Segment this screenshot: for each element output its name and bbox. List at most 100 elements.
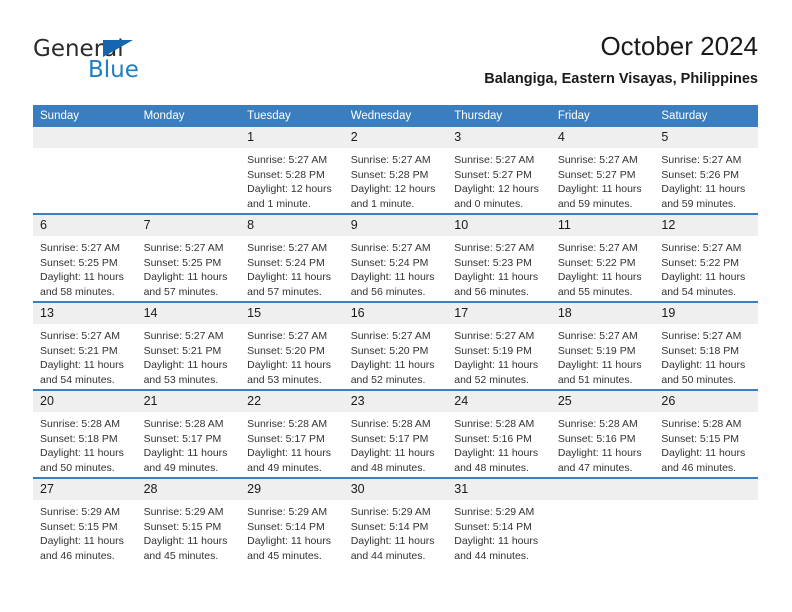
daylight-text: Daylight: 11 hours and 54 minutes.	[40, 359, 124, 386]
calendar-day-cell[interactable]: 26 Sunrise: 5:28 AM Sunset: 5:15 PM Dayligh…	[654, 389, 758, 478]
daylight-text: Daylight: 12 hours and 0 minutes.	[454, 183, 539, 210]
day-info: Sunrise: 5:27 AM Sunset: 5:22 PM Daylight:…	[654, 236, 758, 299]
sunset-text: Sunset: 5:24 PM	[350, 256, 429, 269]
calendar-day-cell[interactable]: 11 Sunrise: 5:27 AM Sunset: 5:22 PM Dayligh…	[550, 213, 655, 302]
sunrise-text: Sunrise: 5:27 AM	[143, 242, 224, 254]
day-number: 31	[447, 479, 551, 500]
day-number: 30	[343, 479, 448, 500]
sunset-text: Sunset: 5:21 PM	[143, 344, 222, 357]
calendar-day-cell[interactable]: 4 Sunrise: 5:27 AM Sunset: 5:27 PM Daylight…	[550, 127, 655, 214]
weekday-header-thursday: Thursday	[447, 105, 551, 127]
daylight-text: Daylight: 11 hours and 55 minutes.	[557, 271, 642, 298]
sunset-text: Sunset: 5:15 PM	[143, 520, 222, 533]
calendar-day-cell[interactable]: 15 Sunrise: 5:27 AM Sunset: 5:20 PM Dayligh…	[240, 301, 344, 390]
logo-triangle-icon	[103, 40, 133, 57]
calendar-day-cell[interactable]: 10 Sunrise: 5:27 AM Sunset: 5:23 PM Dayligh…	[447, 213, 551, 302]
day-number: 11	[550, 215, 655, 236]
calendar-day-cell[interactable]: 31 Sunrise: 5:29 AM Sunset: 5:14 PM Dayligh…	[447, 477, 551, 565]
sunset-text: Sunset: 5:28 PM	[247, 168, 325, 181]
calendar-day-cell[interactable]: 13 Sunrise: 5:27 AM Sunset: 5:21 PM Dayligh…	[33, 301, 137, 390]
sunset-text: Sunset: 5:15 PM	[40, 520, 118, 533]
day-number: 23	[343, 391, 448, 412]
sunrise-text: Sunrise: 5:27 AM	[454, 154, 535, 166]
sunset-text: Sunset: 5:17 PM	[247, 432, 325, 445]
calendar-day-cell[interactable]: 6 Sunrise: 5:27 AM Sunset: 5:25 PM Daylight…	[33, 213, 137, 302]
sunset-text: Sunset: 5:14 PM	[247, 520, 325, 533]
calendar-day-cell[interactable]: 29 Sunrise: 5:29 AM Sunset: 5:14 PM Dayligh…	[240, 477, 344, 565]
calendar-day-cell[interactable]: 28 Sunrise: 5:29 AM Sunset: 5:15 PM Dayligh…	[136, 477, 241, 565]
calendar-day-cell[interactable]: 18 Sunrise: 5:27 AM Sunset: 5:19 PM Dayligh…	[550, 301, 655, 390]
day-number: 22	[240, 391, 344, 412]
calendar-day-cell[interactable]: 3 Sunrise: 5:27 AM Sunset: 5:27 PM Daylight…	[447, 127, 551, 214]
daylight-text: Daylight: 11 hours and 50 minutes.	[40, 447, 124, 474]
calendar-day-cell[interactable]: 19 Sunrise: 5:27 AM Sunset: 5:18 PM Dayligh…	[654, 301, 758, 390]
calendar-day-cell[interactable]: 14 Sunrise: 5:27 AM Sunset: 5:21 PM Dayligh…	[136, 301, 241, 390]
calendar-day-cell-empty	[654, 477, 758, 565]
day-number: 18	[550, 303, 655, 324]
day-info: Sunrise: 5:28 AM Sunset: 5:15 PM Daylight:…	[654, 412, 758, 475]
day-info: Sunrise: 5:28 AM Sunset: 5:18 PM Daylight:…	[33, 412, 137, 475]
day-info: Sunrise: 5:27 AM Sunset: 5:21 PM Daylight:…	[137, 324, 241, 387]
sunrise-text: Sunrise: 5:27 AM	[661, 242, 742, 254]
calendar-day-cell[interactable]: 24 Sunrise: 5:28 AM Sunset: 5:16 PM Dayligh…	[447, 389, 551, 478]
sunset-text: Sunset: 5:18 PM	[661, 344, 740, 357]
sunrise-text: Sunrise: 5:29 AM	[40, 506, 120, 518]
day-info: Sunrise: 5:27 AM Sunset: 5:26 PM Daylight:…	[654, 148, 758, 211]
calendar-day-cell[interactable]: 21 Sunrise: 5:28 AM Sunset: 5:17 PM Dayligh…	[136, 389, 241, 478]
calendar-day-cell[interactable]: 16 Sunrise: 5:27 AM Sunset: 5:20 PM Dayligh…	[343, 301, 448, 390]
day-number: 26	[654, 391, 758, 412]
day-info: Sunrise: 5:27 AM Sunset: 5:28 PM Daylight:…	[240, 148, 344, 211]
day-info: Sunrise: 5:27 AM Sunset: 5:22 PM Daylight:…	[551, 236, 655, 299]
daylight-text: Daylight: 11 hours and 52 minutes.	[454, 359, 539, 386]
calendar-day-cell[interactable]: 20 Sunrise: 5:28 AM Sunset: 5:18 PM Dayligh…	[33, 389, 137, 478]
calendar-day-cell[interactable]: 12 Sunrise: 5:27 AM Sunset: 5:22 PM Dayligh…	[654, 213, 758, 302]
calendar-day-cell[interactable]: 8 Sunrise: 5:27 AM Sunset: 5:24 PM Daylight…	[240, 213, 344, 302]
day-number: 24	[447, 391, 551, 412]
daylight-text: Daylight: 12 hours and 1 minute.	[350, 183, 436, 210]
sunrise-text: Sunrise: 5:27 AM	[247, 330, 328, 342]
sunset-text: Sunset: 5:26 PM	[661, 168, 740, 181]
sunset-text: Sunset: 5:21 PM	[40, 344, 118, 357]
day-number: 25	[550, 391, 655, 412]
calendar-day-cell[interactable]: 2 Sunrise: 5:27 AM Sunset: 5:28 PM Daylight…	[343, 127, 448, 214]
sunrise-text: Sunrise: 5:27 AM	[661, 330, 742, 342]
sunset-text: Sunset: 5:22 PM	[557, 256, 636, 269]
calendar-week-row: 1 Sunrise: 5:27 AM Sunset: 5:28 PM Daylight…	[33, 127, 758, 214]
day-info: Sunrise: 5:27 AM Sunset: 5:19 PM Daylight:…	[551, 324, 655, 387]
sunrise-text: Sunrise: 5:27 AM	[557, 154, 638, 166]
sunrise-text: Sunrise: 5:28 AM	[143, 418, 224, 430]
daylight-text: Daylight: 11 hours and 47 minutes.	[557, 447, 642, 474]
sunset-text: Sunset: 5:24 PM	[247, 256, 325, 269]
sunset-text: Sunset: 5:16 PM	[557, 432, 636, 445]
sunrise-text: Sunrise: 5:27 AM	[143, 330, 224, 342]
sunset-text: Sunset: 5:28 PM	[350, 168, 429, 181]
sunrise-text: Sunrise: 5:28 AM	[247, 418, 328, 430]
sunset-text: Sunset: 5:18 PM	[40, 432, 118, 445]
sunset-text: Sunset: 5:20 PM	[247, 344, 325, 357]
day-number: 3	[447, 127, 551, 148]
daylight-text: Daylight: 12 hours and 1 minute.	[247, 183, 332, 210]
page-header: General Blue October 2024 Balangiga, Eas…	[33, 30, 758, 100]
sunset-text: Sunset: 5:16 PM	[454, 432, 532, 445]
day-info: Sunrise: 5:27 AM Sunset: 5:28 PM Daylight:…	[344, 148, 448, 211]
calendar-day-cell[interactable]: 5 Sunrise: 5:27 AM Sunset: 5:26 PM Daylight…	[654, 127, 758, 214]
calendar-day-cell[interactable]: 23 Sunrise: 5:28 AM Sunset: 5:17 PM Dayligh…	[343, 389, 448, 478]
sunrise-text: Sunrise: 5:27 AM	[454, 330, 535, 342]
day-info: Sunrise: 5:29 AM Sunset: 5:14 PM Daylight:…	[447, 500, 551, 563]
daylight-text: Daylight: 11 hours and 45 minutes.	[247, 535, 331, 562]
day-info: Sunrise: 5:28 AM Sunset: 5:17 PM Daylight:…	[137, 412, 241, 475]
day-number: 17	[447, 303, 551, 324]
daylight-text: Daylight: 11 hours and 52 minutes.	[350, 359, 435, 386]
calendar-day-cell[interactable]: 22 Sunrise: 5:28 AM Sunset: 5:17 PM Dayligh…	[240, 389, 344, 478]
calendar-day-cell[interactable]: 25 Sunrise: 5:28 AM Sunset: 5:16 PM Dayligh…	[550, 389, 655, 478]
calendar-day-cell[interactable]: 1 Sunrise: 5:27 AM Sunset: 5:28 PM Daylight…	[240, 127, 344, 214]
calendar-day-cell[interactable]: 7 Sunrise: 5:27 AM Sunset: 5:25 PM Daylight…	[136, 213, 241, 302]
daylight-text: Daylight: 11 hours and 45 minutes.	[143, 535, 228, 562]
calendar-day-cell[interactable]: 30 Sunrise: 5:29 AM Sunset: 5:14 PM Dayligh…	[343, 477, 448, 565]
day-info: Sunrise: 5:29 AM Sunset: 5:14 PM Daylight:…	[240, 500, 344, 563]
calendar-day-cell[interactable]: 9 Sunrise: 5:27 AM Sunset: 5:24 PM Daylight…	[343, 213, 448, 302]
calendar-day-cell[interactable]: 17 Sunrise: 5:27 AM Sunset: 5:19 PM Dayligh…	[447, 301, 551, 390]
calendar-day-cell[interactable]: 27 Sunrise: 5:29 AM Sunset: 5:15 PM Dayligh…	[33, 477, 137, 565]
day-number: 12	[654, 215, 758, 236]
sunset-text: Sunset: 5:27 PM	[454, 168, 532, 181]
